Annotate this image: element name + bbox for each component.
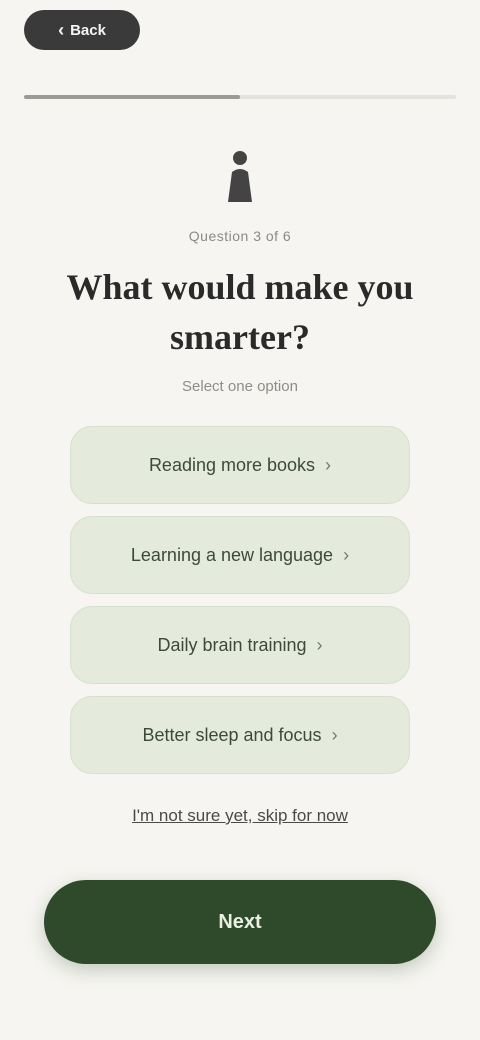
option-label: Reading more books: [148, 454, 316, 475]
options-list: Reading more books › Learning a new lang…: [70, 426, 410, 774]
person-icon: [228, 151, 252, 202]
chevron-right-icon: ›: [316, 634, 323, 655]
option-4[interactable]: Better sleep and focus ›: [70, 696, 410, 774]
back-button-label: Back: [70, 21, 106, 39]
back-button[interactable]: ‹ Back: [24, 10, 140, 50]
next-button[interactable]: Next: [44, 880, 436, 964]
progress-track: [24, 95, 456, 99]
option-label: Learning a new language: [130, 544, 334, 565]
option-3[interactable]: Daily brain training ›: [70, 606, 410, 684]
option-2[interactable]: Learning a new language ›: [70, 516, 410, 594]
skip-link[interactable]: I'm not sure yet, skip for now: [0, 806, 480, 826]
progress-bar: [24, 92, 456, 102]
progress-fill: [24, 95, 240, 99]
option-1[interactable]: Reading more books ›: [70, 426, 410, 504]
question-hint: Select one option: [182, 378, 298, 395]
step-label: Question 3 of 6: [188, 228, 292, 244]
chevron-right-icon: ›: [331, 724, 338, 745]
question-title: What would make you smarter?: [66, 267, 414, 357]
chevron-left-icon: ‹: [58, 20, 65, 40]
option-label: Daily brain training: [157, 634, 307, 655]
chevron-right-icon: ›: [343, 544, 350, 565]
option-label: Better sleep and focus: [142, 724, 322, 745]
chevron-right-icon: ›: [325, 454, 332, 475]
